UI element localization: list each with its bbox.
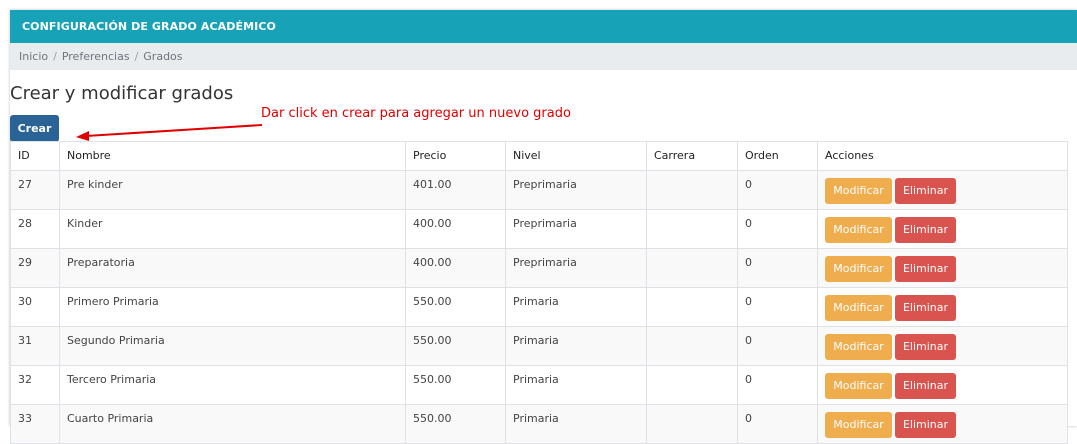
- breadcrumb-item-grados: Grados: [143, 50, 183, 63]
- modify-button[interactable]: Modificar: [825, 334, 892, 360]
- cell-nombre: Segundo Primaria: [59, 326, 406, 366]
- table-row: 30 Primero Primaria 550.00 Primaria 0 Mo…: [10, 287, 1068, 327]
- cell-id: 32: [10, 365, 60, 405]
- cell-id: 27: [10, 170, 60, 210]
- cell-carrera: [646, 404, 738, 444]
- cell-nivel: Primaria: [505, 365, 647, 405]
- breadcrumb-item-inicio[interactable]: Inicio: [19, 50, 48, 63]
- table-row: 28 Kinder 400.00 Preprimaria 0 Modificar…: [10, 209, 1068, 249]
- modify-button[interactable]: Modificar: [825, 295, 892, 321]
- delete-button[interactable]: Eliminar: [895, 295, 956, 321]
- cell-id: 33: [10, 404, 60, 444]
- cell-carrera: [646, 326, 738, 366]
- grades-table: ID Nombre Precio Nivel Carrera Orden Acc…: [10, 141, 1068, 444]
- column-header-carrera[interactable]: Carrera: [646, 141, 738, 171]
- table-row: 33 Cuarto Primaria 550.00 Primaria 0 Mod…: [10, 404, 1068, 444]
- cell-carrera: [646, 287, 738, 327]
- cell-orden: 0: [737, 404, 818, 444]
- cell-nivel: Primaria: [505, 287, 647, 327]
- cell-orden: 0: [737, 326, 818, 366]
- modify-button[interactable]: Modificar: [825, 178, 892, 204]
- breadcrumb-separator: /: [53, 50, 57, 63]
- breadcrumb-separator: /: [134, 50, 139, 63]
- table-row: 27 Pre kinder 401.00 Preprimaria 0 Modif…: [10, 170, 1068, 210]
- cell-orden: 0: [737, 287, 818, 327]
- cell-nombre: Kinder: [59, 209, 406, 249]
- cell-nombre: Cuarto Primaria: [59, 404, 406, 444]
- cell-nivel: Primaria: [505, 404, 647, 444]
- cell-orden: 0: [737, 209, 818, 249]
- delete-button[interactable]: Eliminar: [895, 217, 956, 243]
- cell-precio: 550.00: [405, 404, 506, 444]
- cell-nivel: Preprimaria: [505, 248, 647, 288]
- cell-orden: 0: [737, 248, 818, 288]
- table-row: 31 Segundo Primaria 550.00 Primaria 0 Mo…: [10, 326, 1068, 366]
- column-header-nombre[interactable]: Nombre: [59, 141, 406, 171]
- cell-carrera: [646, 365, 738, 405]
- delete-button[interactable]: Eliminar: [895, 412, 956, 438]
- cell-acciones: Modificar Eliminar: [817, 209, 1068, 249]
- cell-precio: 400.00: [405, 209, 506, 249]
- header-title: CONFIGURACIÓN DE GRADO ACADÉMICO: [22, 20, 276, 33]
- cell-nombre: Primero Primaria: [59, 287, 406, 327]
- cell-acciones: Modificar Eliminar: [817, 365, 1068, 405]
- modify-button[interactable]: Modificar: [825, 217, 892, 243]
- cell-carrera: [646, 170, 738, 210]
- cell-id: 29: [10, 248, 60, 288]
- cell-acciones: Modificar Eliminar: [817, 326, 1068, 366]
- table-header-row: ID Nombre Precio Nivel Carrera Orden Acc…: [10, 141, 1068, 171]
- modify-button[interactable]: Modificar: [825, 412, 892, 438]
- cell-nombre: Pre kinder: [59, 170, 406, 210]
- breadcrumb: Inicio / Preferencias / Grados: [10, 43, 1077, 70]
- delete-button[interactable]: Eliminar: [895, 256, 956, 282]
- cell-id: 31: [10, 326, 60, 366]
- cell-nivel: Preprimaria: [505, 170, 647, 210]
- table-row: 29 Preparatoria 400.00 Preprimaria 0 Mod…: [10, 248, 1068, 288]
- column-header-nivel[interactable]: Nivel: [505, 141, 647, 171]
- cell-nombre: Tercero Primaria: [59, 365, 406, 405]
- cell-orden: 0: [737, 365, 818, 405]
- cell-carrera: [646, 209, 738, 249]
- cell-precio: 550.00: [405, 287, 506, 327]
- modify-button[interactable]: Modificar: [825, 256, 892, 282]
- create-button[interactable]: Crear: [10, 115, 59, 142]
- column-header-acciones: Acciones: [817, 141, 1068, 171]
- column-header-precio[interactable]: Precio: [405, 141, 506, 171]
- cell-carrera: [646, 248, 738, 288]
- delete-button[interactable]: Eliminar: [895, 178, 956, 204]
- column-header-id[interactable]: ID: [10, 141, 60, 171]
- cell-id: 28: [10, 209, 60, 249]
- cell-id: 30: [10, 287, 60, 327]
- page-header: CONFIGURACIÓN DE GRADO ACADÉMICO: [10, 10, 1077, 43]
- breadcrumb-item-preferencias[interactable]: Preferencias: [62, 50, 130, 63]
- cell-precio: 400.00: [405, 248, 506, 288]
- cell-acciones: Modificar Eliminar: [817, 248, 1068, 288]
- cell-nivel: Preprimaria: [505, 209, 647, 249]
- delete-button[interactable]: Eliminar: [895, 334, 956, 360]
- modify-button[interactable]: Modificar: [825, 373, 892, 399]
- column-header-orden[interactable]: Orden: [737, 141, 818, 171]
- cell-orden: 0: [737, 170, 818, 210]
- cell-precio: 550.00: [405, 365, 506, 405]
- page-title: Crear y modificar grados: [10, 83, 234, 104]
- cell-precio: 550.00: [405, 326, 506, 366]
- table-row: 32 Tercero Primaria 550.00 Primaria 0 Mo…: [10, 365, 1068, 405]
- cell-nivel: Primaria: [505, 326, 647, 366]
- cell-precio: 401.00: [405, 170, 506, 210]
- cell-acciones: Modificar Eliminar: [817, 287, 1068, 327]
- cell-acciones: Modificar Eliminar: [817, 170, 1068, 210]
- annotation-text: Dar click en crear para agregar un nuevo…: [261, 106, 571, 121]
- cell-acciones: Modificar Eliminar: [817, 404, 1068, 444]
- delete-button[interactable]: Eliminar: [895, 373, 956, 399]
- cell-nombre: Preparatoria: [59, 248, 406, 288]
